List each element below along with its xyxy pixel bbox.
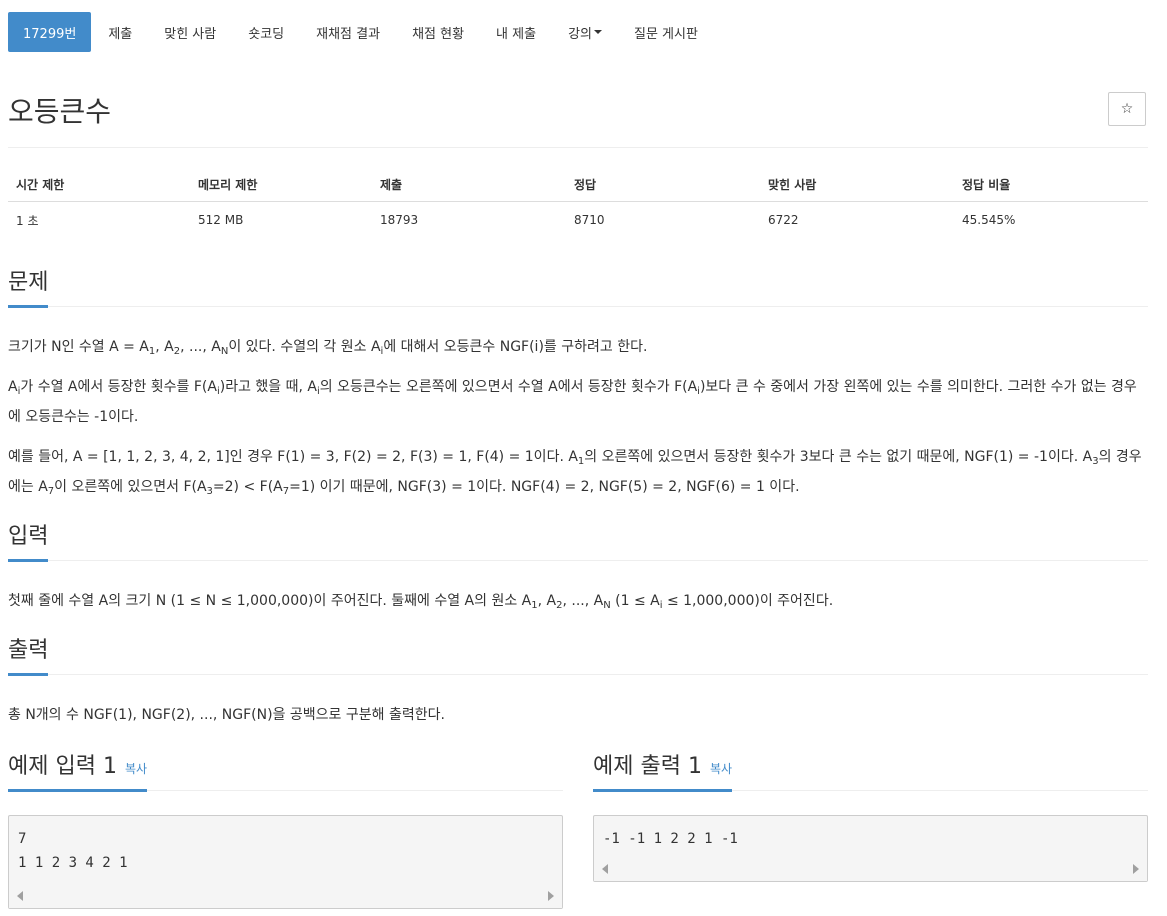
submissions-value: 18793 [380,213,419,227]
sample-input-header: 예제 입력 1 복사 [8,752,563,792]
scroll-left-arrow-icon[interactable] [602,864,608,874]
scroll-left-arrow-icon[interactable] [17,891,23,901]
tab-label: 숏코딩 [248,26,285,42]
output-section-header: 출력 [8,636,1148,676]
tab-label: 강의 [568,26,592,42]
tab-my-submissions[interactable]: 내 제출 [481,12,551,52]
caret-down-icon [593,30,602,34]
tab-label: 채점 현황 [412,26,465,42]
accept-ratio-value: 45.545% [962,213,1016,227]
output-description: 총 N개의 수 NGF(1), NGF(2), ..., NGF(N)을 공백으… [8,707,445,723]
table-header-cell: 맞힌 사람 [760,168,954,202]
table-header-cell: 시간 제한 [8,168,190,202]
horizontal-scrollbar[interactable] [9,883,562,908]
problem-section-header: 문제 [8,268,1148,308]
table-header-row: 시간 제한 메모리 제한 제출 정답 맞힌 사람 정답 비율 [8,168,1148,202]
input-heading: 입력 [8,522,49,562]
sample-output-box[interactable]: -1 -1 1 2 2 1 -1 [593,815,1148,882]
solved-users-value: 6722 [768,213,799,227]
table-header-cell: 메모리 제한 [190,168,372,202]
scroll-right-arrow-icon[interactable] [1133,864,1139,874]
output-heading: 출력 [8,636,49,676]
problem-info-table: 시간 제한 메모리 제한 제출 정답 맞힌 사람 정답 비율 1 초 512 M… [8,168,1148,238]
table-header-cell: 정답 비율 [954,168,1148,202]
accepted-value: 8710 [574,213,605,227]
sample-input-heading: 예제 입력 1 복사 [8,752,148,792]
time-limit-value: 1 초 [16,213,39,228]
tab-question-board[interactable]: 질문 게시판 [619,12,713,52]
sample-input-code: 7 1 1 2 3 4 2 1 [18,831,128,871]
problem-description-3: 예를 들어, A = [1, 1, 2, 3, 4, 2, 1]인 경우 F(1… [8,449,1142,497]
memory-limit-value: 512 MB [198,213,244,227]
tab-solved-users[interactable]: 맞힌 사람 [149,12,231,52]
copy-sample-output-button[interactable]: 복사 [710,762,732,776]
table-row: 1 초 512 MB 18793 8710 6722 45.545% [8,202,1148,239]
problem-heading: 문제 [8,268,49,308]
tab-label: 맞힌 사람 [164,26,217,42]
problem-menu-tabs: 17299번 제출 맞힌 사람 숏코딩 재채점 결과 채점 현황 내 제출 강의… [8,12,715,52]
sample-output-code: -1 -1 1 2 2 1 -1 [603,831,738,847]
sample-input-box[interactable]: 7 1 1 2 3 4 2 1 [8,815,563,909]
tab-label: 질문 게시판 [633,26,698,42]
favorite-button[interactable]: ☆ [1108,92,1146,126]
tab-label: 17299번 [23,26,77,42]
tab-judge-status[interactable]: 채점 현황 [397,12,479,52]
tab-lectures-dropdown[interactable]: 강의 [553,12,617,52]
table-header-cell: 정답 [566,168,760,202]
tab-label: 제출 [108,26,133,42]
tab-label: 내 제출 [496,26,537,42]
input-description: 첫째 줄에 수열 A의 크기 N (1 ≤ N ≤ 1,000,000)이 주어… [8,593,834,611]
star-icon: ☆ [1120,101,1134,117]
sample-output-header: 예제 출력 1 복사 [593,752,1148,792]
scroll-right-arrow-icon[interactable] [548,891,554,901]
tab-rejudge-results[interactable]: 재채점 결과 [301,12,395,52]
tab-submit[interactable]: 제출 [93,12,147,52]
tab-problem-number[interactable]: 17299번 [8,12,92,52]
tab-label: 재채점 결과 [316,26,381,42]
sample-output-heading: 예제 출력 1 복사 [593,752,733,792]
problem-description-1: 크기가 N인 수열 A = A1, A2, ..., AN이 있다. 수열의 각… [8,339,648,357]
title-divider [8,147,1148,148]
tab-short-coding[interactable]: 숏코딩 [233,12,299,52]
input-section-header: 입력 [8,522,1148,562]
table-header-cell: 제출 [372,168,566,202]
problem-description-2: Ai가 수열 A에서 등장한 횟수를 F(Ai)라고 했을 때, Ai의 오등큰… [8,379,1137,425]
page-title: 오등큰수 [8,95,112,128]
horizontal-scrollbar[interactable] [594,856,1147,881]
copy-sample-input-button[interactable]: 복사 [125,762,147,776]
